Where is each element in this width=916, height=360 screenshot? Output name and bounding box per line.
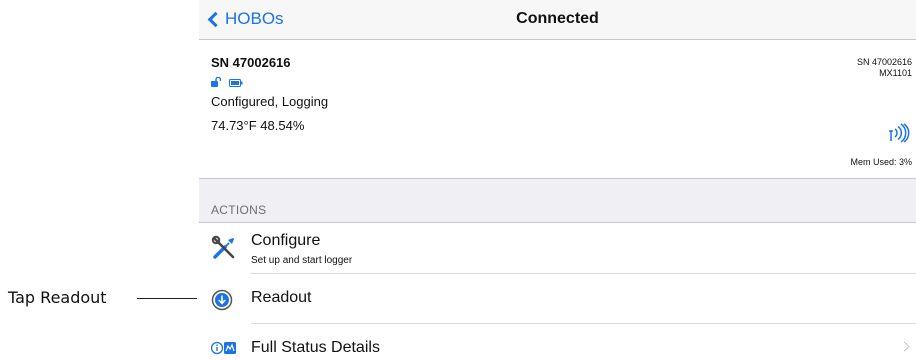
device-readings: 74.73°F 48.54%: [211, 118, 305, 133]
device-serial-small: SN 47002616: [856, 57, 912, 67]
app-panel: HOBOs Connected SN 47002616 Configured, …: [199, 0, 916, 360]
info-status-icon: [210, 340, 237, 360]
battery-icon: [229, 74, 243, 92]
memory-used: Mem Used: 3%: [850, 157, 912, 167]
device-model: MX1101: [879, 68, 912, 78]
full-status-details-row[interactable]: Full Status Details: [199, 324, 916, 360]
callout-annotation: Tap Readout: [0, 286, 200, 310]
device-serial: SN 47002616: [211, 55, 291, 70]
unlock-icon: [211, 74, 223, 92]
page-title: Connected: [516, 10, 599, 27]
configure-action-row[interactable]: Configure Set up and start logger: [199, 224, 916, 274]
download-circle-icon: [211, 289, 233, 316]
actions-section-header: ACTIONS: [199, 179, 916, 223]
navigation-bar: HOBOs Connected: [199, 0, 916, 40]
wrench-screwdriver-icon: [211, 235, 237, 266]
configure-subtitle: Set up and start logger: [251, 255, 353, 266]
chevron-right-icon: [899, 341, 910, 352]
device-status-text: Configured, Logging: [211, 94, 329, 109]
device-identity: SN 47002616 MX1101: [857, 57, 912, 79]
actions-header-label: ACTIONS: [211, 203, 267, 217]
device-status-icons: [211, 74, 243, 92]
signal-icon: [888, 123, 910, 148]
device-info-card: SN 47002616 Configured, Logging 74.73°F …: [199, 41, 916, 179]
callout-line: [137, 298, 197, 299]
readout-action-row[interactable]: Readout: [199, 274, 916, 324]
callout-label: Tap Readout: [8, 288, 107, 307]
configure-title: Configure: [251, 232, 321, 249]
readout-title: Readout: [251, 289, 312, 306]
full-status-details-title: Full Status Details: [251, 339, 380, 356]
